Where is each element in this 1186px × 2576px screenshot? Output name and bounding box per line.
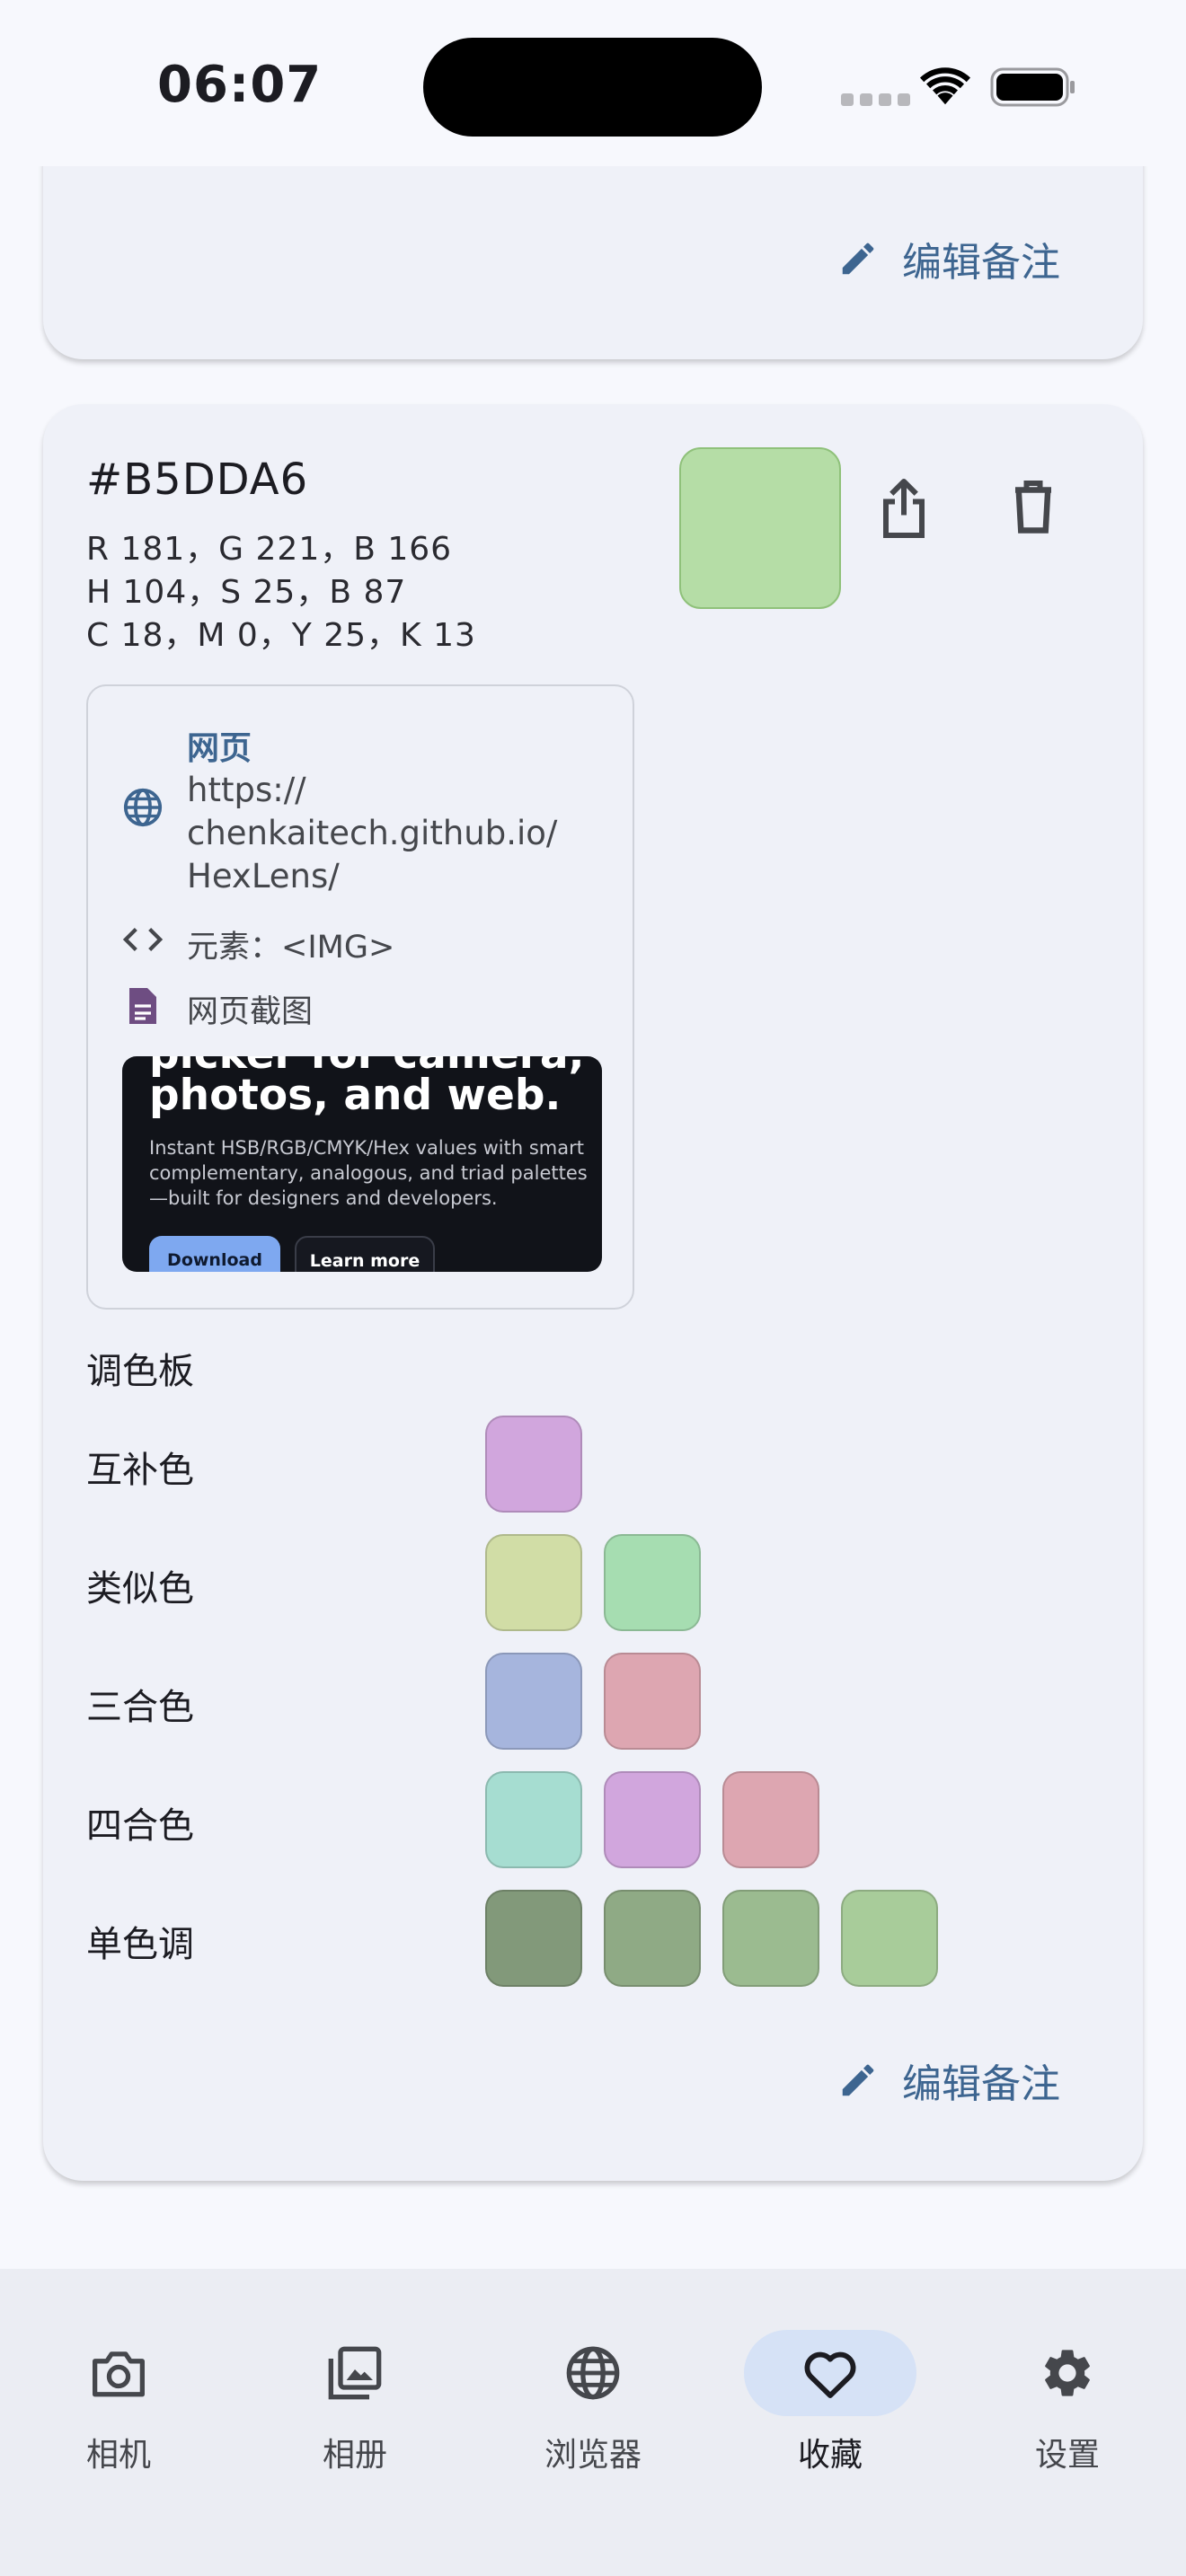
palette-swatch[interactable] xyxy=(485,1771,582,1868)
nav-icon-container xyxy=(507,2330,679,2416)
palette-swatch[interactable] xyxy=(485,1534,582,1631)
nav-label: 相机 xyxy=(85,2437,151,2474)
palette-row-tetradic: 四合色 xyxy=(86,1771,1075,1868)
nav-browser[interactable]: 浏览器 xyxy=(503,2303,683,2474)
palette-swatch[interactable] xyxy=(841,1890,938,1987)
bottom-navigation: 相机 相册 浏览器 收藏 设置 xyxy=(0,2269,1186,2576)
source-element: 元素：<IMG> xyxy=(187,930,395,966)
signal-icon xyxy=(841,93,910,106)
nav-icon-container xyxy=(744,2330,916,2416)
preview-download-button: Download xyxy=(149,1236,280,1272)
palette-label: 四合色 xyxy=(86,1805,194,1847)
palette-swatch[interactable] xyxy=(604,1653,701,1750)
source-url-line: chenkaitech.github.io/ xyxy=(187,814,558,852)
screenshot-label: 网页截图 xyxy=(187,994,314,1030)
palette-heading: 调色板 xyxy=(86,1351,194,1392)
edit-note-label: 编辑备注 xyxy=(902,240,1060,286)
edit-note-label: 编辑备注 xyxy=(902,2061,1060,2107)
nav-gallery[interactable]: 相册 xyxy=(265,2303,445,2474)
dynamic-island xyxy=(423,38,762,137)
preview-description: Instant HSB/RGB/CMYK/Hex values with sma… xyxy=(149,1137,588,1209)
nav-favorites[interactable]: 收藏 xyxy=(740,2303,920,2474)
preview-learn-more-button: Learn more xyxy=(295,1236,435,1272)
hex-value: #B5DDA6 xyxy=(86,454,309,505)
palette-swatch[interactable] xyxy=(604,1771,701,1868)
nav-settings[interactable]: 设置 xyxy=(978,2303,1157,2474)
palette-swatch[interactable] xyxy=(604,1890,701,1987)
delete-icon[interactable] xyxy=(1006,476,1060,535)
nav-camera[interactable]: 相机 xyxy=(29,2303,208,2474)
camera-icon xyxy=(92,2351,145,2397)
cmyk-value: C 18，M 0，Y 25，K 13 xyxy=(86,617,476,654)
previous-color-card: 编辑备注 xyxy=(43,135,1143,359)
source-url[interactable]: https:// chenkaitech.github.io/ HexLens/ xyxy=(187,769,609,898)
status-time: 06:07 xyxy=(157,56,323,114)
preview-headline: photos, and web. xyxy=(149,1071,562,1120)
source-info-panel: 网页 https:// chenkaitech.github.io/ HexLe… xyxy=(86,684,634,1310)
gear-icon xyxy=(1045,2350,1090,2396)
rgb-value: R 181，G 221，B 166 xyxy=(86,531,453,568)
palette-row-analogous: 类似色 xyxy=(86,1534,1075,1631)
edit-note-button[interactable]: 编辑备注 xyxy=(837,230,1060,287)
nav-icon-container xyxy=(32,2330,205,2416)
color-card: #B5DDA6 R 181，G 221，B 166 H 104，S 25，B 8… xyxy=(43,404,1143,2181)
heart-icon xyxy=(804,2351,856,2398)
hsb-value: H 104，S 25，B 87 xyxy=(86,574,407,611)
palette-swatch[interactable] xyxy=(485,1653,582,1750)
palette-swatch[interactable] xyxy=(722,1890,819,1987)
nav-icon-container xyxy=(981,2330,1154,2416)
palette-label: 三合色 xyxy=(86,1687,194,1728)
globe-icon xyxy=(566,2346,620,2400)
source-url-line: HexLens/ xyxy=(187,857,340,895)
webpage-screenshot[interactable]: picker for camera, photos, and web. Inst… xyxy=(122,1056,602,1272)
nav-label: 收藏 xyxy=(797,2437,863,2474)
color-swatch[interactable] xyxy=(679,447,841,609)
palette-label: 单色调 xyxy=(86,1924,194,1965)
wifi-icon xyxy=(920,67,970,105)
status-bar: 06:07 xyxy=(0,0,1186,166)
battery-icon xyxy=(990,67,1075,107)
palette-swatch[interactable] xyxy=(604,1534,701,1631)
document-icon xyxy=(129,988,156,1024)
nav-label: 相册 xyxy=(322,2437,387,2474)
gallery-icon xyxy=(328,2346,382,2400)
palette-swatch[interactable] xyxy=(485,1890,582,1987)
nav-label: 浏览器 xyxy=(544,2437,642,2474)
palette-row-triadic: 三合色 xyxy=(86,1653,1075,1750)
edit-note-button[interactable]: 编辑备注 xyxy=(837,2051,1060,2109)
source-type: 网页 xyxy=(187,730,252,767)
pencil-icon xyxy=(842,2064,874,2096)
share-icon[interactable] xyxy=(877,476,931,541)
nav-label: 设置 xyxy=(1034,2437,1100,2474)
palette-label: 互补色 xyxy=(86,1450,194,1491)
palette-swatch[interactable] xyxy=(722,1771,819,1868)
palette-row-monochromatic: 单色调 xyxy=(86,1890,1075,1987)
palette-swatch[interactable] xyxy=(485,1416,582,1513)
palette-row-complementary: 互补色 xyxy=(86,1416,1075,1513)
source-url-line: https:// xyxy=(187,771,306,809)
palette-label: 类似色 xyxy=(86,1568,194,1610)
globe-icon xyxy=(123,788,163,827)
pencil-icon xyxy=(842,243,874,275)
nav-icon-container xyxy=(269,2330,441,2416)
code-icon xyxy=(122,928,164,951)
status-icons xyxy=(836,59,1087,113)
